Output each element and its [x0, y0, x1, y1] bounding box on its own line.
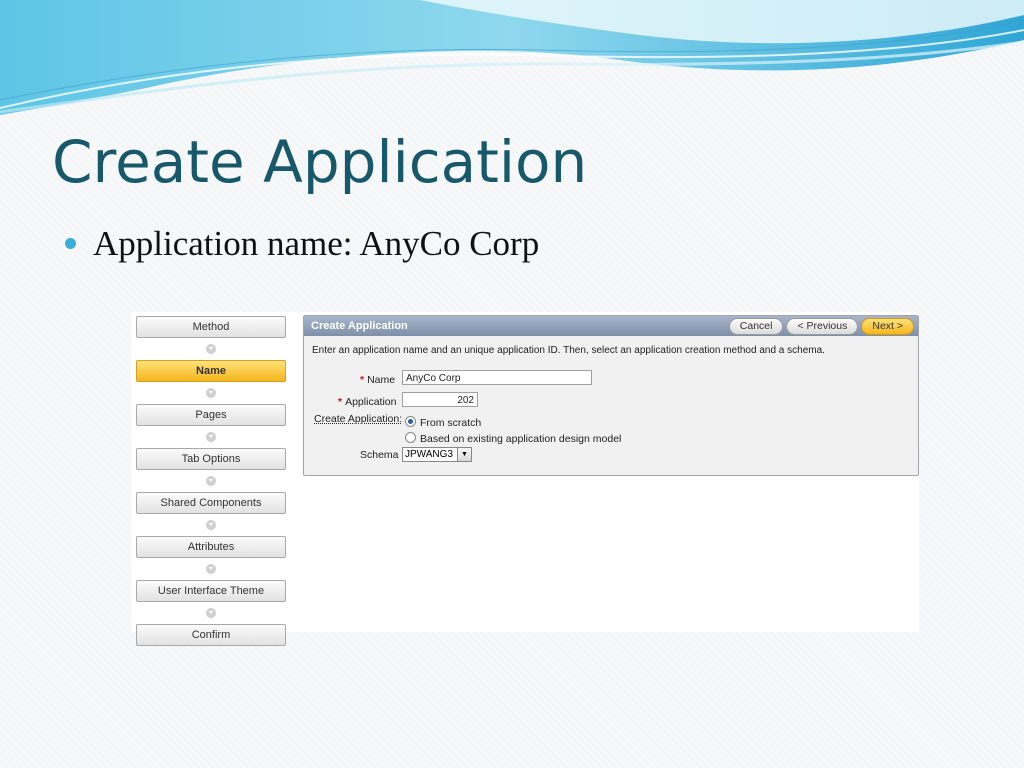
application-id-input[interactable]: 202	[402, 392, 478, 407]
required-marker: *	[360, 374, 365, 386]
radio-unselected-icon[interactable]	[405, 432, 416, 443]
name-input[interactable]: AnyCo Corp	[402, 370, 592, 385]
wizard-step-shared-components[interactable]: Shared Components	[136, 492, 286, 514]
slide-bullet: Application name: AnyCo Corp	[93, 224, 540, 263]
wizard-step-confirm[interactable]: Confirm	[136, 624, 286, 646]
option-from-scratch-label: From scratch	[420, 417, 482, 429]
step-arrow-icon	[136, 338, 286, 360]
next-button[interactable]: Next >	[861, 318, 914, 335]
schema-select[interactable]: JPWANG3 ▼	[402, 447, 472, 462]
wizard-step-method[interactable]: Method	[136, 316, 286, 338]
option-existing-label: Based on existing application design mod…	[420, 433, 622, 445]
application-label-row: * Application	[338, 396, 396, 408]
wizard-step-attributes[interactable]: Attributes	[136, 536, 286, 558]
decorative-wave-banner	[0, 0, 1024, 115]
create-application-label: Create Application:	[314, 413, 403, 425]
dropdown-arrow-icon[interactable]: ▼	[457, 448, 471, 461]
step-arrow-icon	[136, 426, 286, 448]
panel-title: Create Application	[311, 320, 408, 332]
step-arrow-icon	[136, 382, 286, 404]
wizard-step-ui-theme[interactable]: User Interface Theme	[136, 580, 286, 602]
previous-button[interactable]: < Previous	[786, 318, 859, 335]
wizard-step-tab-options[interactable]: Tab Options	[136, 448, 286, 470]
step-arrow-icon	[136, 514, 286, 536]
name-label: Name	[367, 374, 396, 386]
bullet-icon	[65, 238, 76, 249]
instructions-text: Enter an application name and an unique …	[312, 345, 825, 356]
step-arrow-icon	[136, 470, 286, 492]
option-existing-model[interactable]: Based on existing application design mod…	[405, 432, 621, 445]
cancel-button[interactable]: Cancel	[728, 318, 784, 335]
wizard-step-pages[interactable]: Pages	[136, 404, 286, 426]
app-screenshot: Method Name Pages Tab Options Shared Com…	[131, 312, 919, 646]
radio-selected-icon[interactable]	[405, 416, 416, 427]
panel-buttons: Cancel < Previous Next >	[728, 318, 914, 335]
required-marker: *	[338, 396, 343, 408]
slide-title: Create Application	[52, 128, 588, 196]
option-from-scratch[interactable]: From scratch	[405, 416, 481, 429]
schema-value: JPWANG3	[405, 449, 453, 460]
wizard-steps: Method Name Pages Tab Options Shared Com…	[136, 316, 286, 646]
name-label-row: * Name	[360, 374, 395, 386]
application-label: Application	[345, 396, 397, 408]
panel-header: Create Application Cancel < Previous Nex…	[304, 316, 918, 336]
schema-label: Schema	[360, 449, 399, 461]
step-arrow-icon	[136, 602, 286, 624]
wizard-step-name[interactable]: Name	[136, 360, 286, 382]
step-arrow-icon	[136, 558, 286, 580]
create-application-panel: Create Application Cancel < Previous Nex…	[303, 315, 919, 476]
